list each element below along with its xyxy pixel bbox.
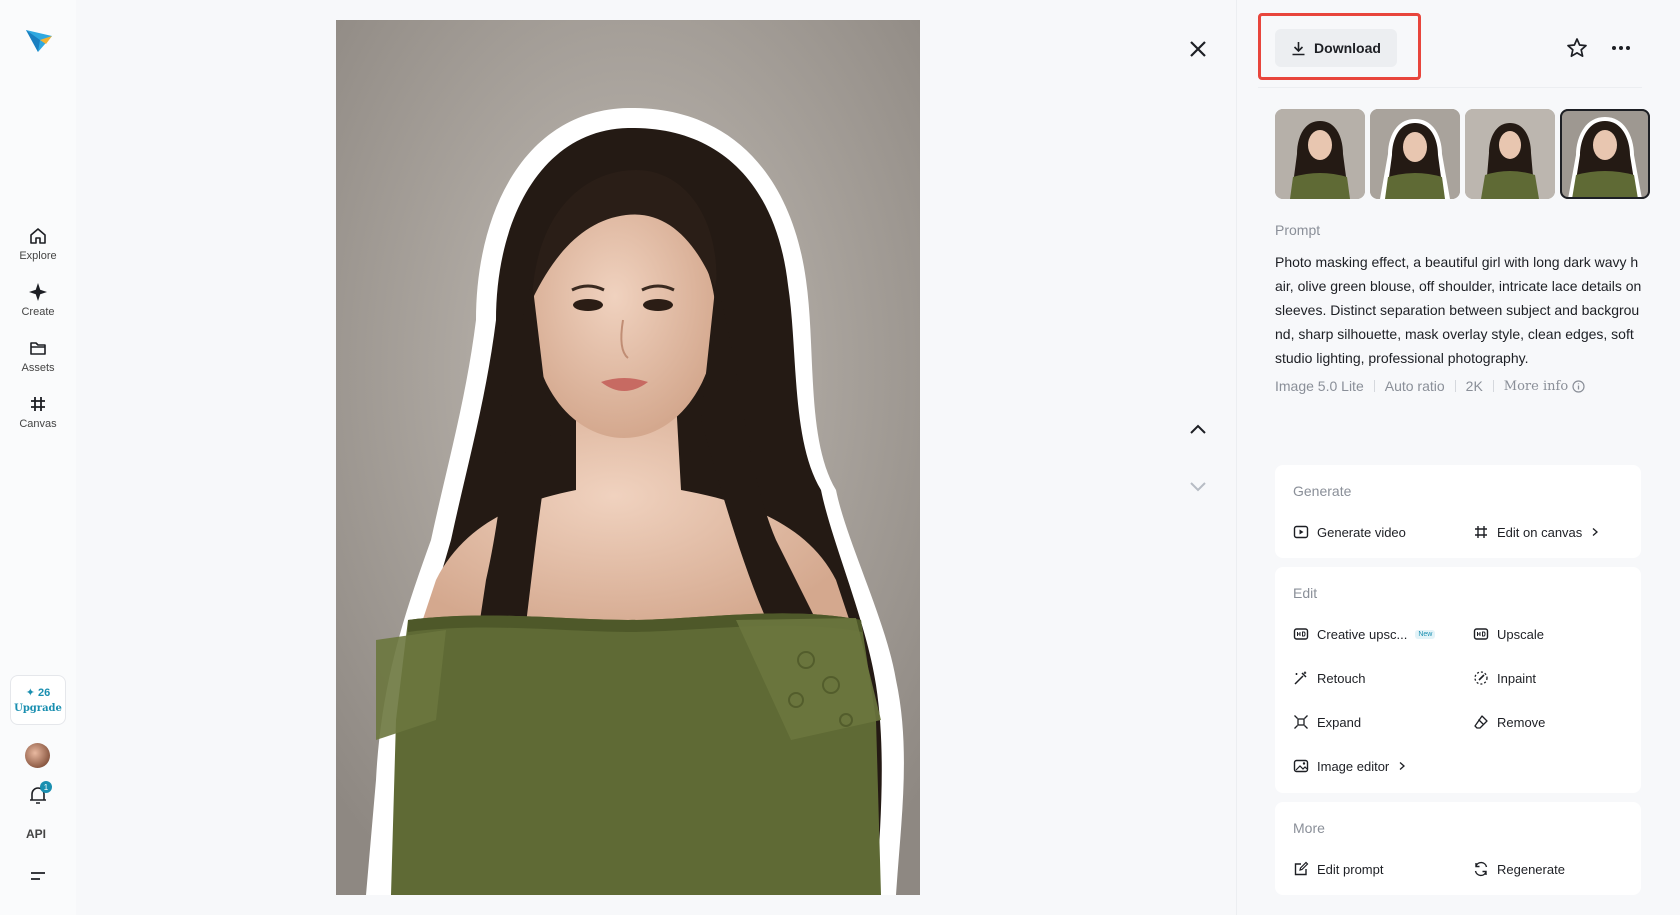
home-icon bbox=[30, 228, 46, 244]
thumbnail-4-selected[interactable] bbox=[1560, 109, 1650, 199]
left-rail: Explore Create Assets Canvas ✦ 26 Upgrad… bbox=[0, 0, 76, 915]
creative-upscale-label: Creative upsc... bbox=[1317, 626, 1408, 642]
chevron-right-icon bbox=[1592, 528, 1599, 536]
credits-count: ✦ 26 bbox=[25, 687, 51, 699]
generate-video-button[interactable]: Generate video bbox=[1293, 524, 1406, 540]
close-icon[interactable] bbox=[1185, 36, 1211, 62]
magic-wand-icon bbox=[1294, 671, 1307, 685]
meta-separator bbox=[1373, 380, 1375, 392]
edit-on-canvas-label: Edit on canvas bbox=[1497, 524, 1583, 540]
expand-icon bbox=[1294, 715, 1308, 729]
meta-separator bbox=[1492, 380, 1494, 392]
more-info-link[interactable]: More info bbox=[1504, 379, 1585, 394]
sparkle-icon bbox=[29, 283, 47, 301]
upgrade-label: Upgrade bbox=[14, 703, 62, 714]
generate-video-label: Generate video bbox=[1317, 524, 1406, 540]
download-icon bbox=[1292, 41, 1305, 55]
image-meta: Image 5.0 Lite Auto ratio 2K More info bbox=[1275, 378, 1585, 394]
header-divider bbox=[1258, 87, 1642, 88]
edit-on-canvas-button[interactable]: Edit on canvas bbox=[1473, 524, 1600, 540]
regenerate-icon bbox=[1474, 861, 1488, 877]
regenerate-label: Regenerate bbox=[1497, 861, 1565, 877]
generated-image[interactable] bbox=[336, 20, 920, 895]
edit-prompt-label: Edit prompt bbox=[1317, 861, 1384, 877]
remove-button[interactable]: Remove bbox=[1473, 714, 1545, 730]
remove-label: Remove bbox=[1497, 714, 1546, 730]
edit-prompt-button[interactable]: Edit prompt bbox=[1293, 861, 1383, 877]
meta-resolution: 2K bbox=[1465, 378, 1483, 394]
image-editor-icon bbox=[1293, 759, 1309, 773]
hd-upscale-icon bbox=[1293, 628, 1309, 640]
new-badge: New bbox=[1415, 629, 1436, 639]
app-logo[interactable] bbox=[24, 26, 54, 56]
panel-divider bbox=[1236, 0, 1237, 915]
app: Explore Create Assets Canvas ✦ 26 Upgrad… bbox=[0, 0, 1680, 915]
chevron-right-icon bbox=[1399, 762, 1406, 770]
eraser-icon bbox=[1474, 715, 1488, 729]
image-editor-label: Image editor bbox=[1317, 758, 1390, 774]
creative-upscale-button[interactable]: Creative upsc... New bbox=[1293, 626, 1436, 642]
meta-model: Image 5.0 Lite bbox=[1275, 378, 1364, 394]
nav-explore-label: Explore bbox=[19, 250, 57, 262]
prompt-label: Prompt bbox=[1275, 222, 1321, 238]
inpaint-button[interactable]: Inpaint bbox=[1473, 670, 1536, 686]
expand-button[interactable]: Expand bbox=[1293, 714, 1361, 730]
more-info-label: More info bbox=[1503, 378, 1569, 394]
more-icon[interactable] bbox=[1609, 36, 1633, 60]
generate-card: Generate Generate video Edit on canvas bbox=[1275, 465, 1641, 558]
notification-badge: 1 bbox=[40, 781, 52, 793]
menu-icon[interactable] bbox=[30, 869, 46, 883]
retouch-button[interactable]: Retouch bbox=[1293, 670, 1365, 686]
meta-ratio: Auto ratio bbox=[1384, 378, 1445, 394]
upscale-button[interactable]: Upscale bbox=[1473, 626, 1544, 642]
edit-title: Edit bbox=[1293, 585, 1318, 601]
info-icon bbox=[1572, 379, 1585, 393]
download-button[interactable]: Download bbox=[1275, 29, 1397, 67]
star-icon[interactable] bbox=[1565, 36, 1589, 60]
inpaint-label: Inpaint bbox=[1497, 670, 1537, 686]
video-icon bbox=[1293, 525, 1309, 539]
canvas-icon bbox=[1475, 526, 1487, 538]
download-label: Download bbox=[1314, 40, 1381, 56]
prompt-text: Photo masking effect, a beautiful girl w… bbox=[1275, 254, 1642, 366]
more-card: More Edit prompt Regenerate bbox=[1275, 802, 1641, 895]
thumbnail-2[interactable] bbox=[1370, 109, 1460, 199]
inpaint-brush-icon bbox=[1474, 671, 1488, 685]
nav-assets[interactable]: Assets bbox=[8, 338, 68, 374]
nav-create-label: Create bbox=[21, 306, 55, 318]
expand-label: Expand bbox=[1317, 714, 1362, 730]
more-title: More bbox=[1293, 820, 1325, 836]
nav-explore[interactable]: Explore bbox=[8, 226, 68, 262]
regenerate-button[interactable]: Regenerate bbox=[1473, 861, 1565, 877]
canvas-icon bbox=[31, 397, 45, 411]
edit-prompt-icon bbox=[1294, 861, 1309, 876]
upscale-label: Upscale bbox=[1497, 626, 1544, 642]
image-editor-button[interactable]: Image editor bbox=[1293, 758, 1407, 774]
api-link[interactable]: API bbox=[26, 827, 46, 841]
nav-canvas[interactable]: Canvas bbox=[8, 394, 68, 430]
meta-separator bbox=[1454, 380, 1456, 392]
edit-card: Edit Creative upsc... New Upscale Retouc… bbox=[1275, 567, 1641, 793]
thumbnail-3[interactable] bbox=[1465, 109, 1555, 199]
avatar[interactable] bbox=[25, 743, 50, 768]
portrait-image bbox=[336, 20, 920, 895]
retouch-label: Retouch bbox=[1317, 670, 1366, 686]
nav-create[interactable]: Create bbox=[8, 282, 68, 318]
upgrade-button[interactable]: ✦ 26 Upgrade bbox=[10, 675, 66, 725]
nav-assets-label: Assets bbox=[21, 362, 55, 374]
hd-icon bbox=[1473, 628, 1489, 640]
chevron-down-icon[interactable] bbox=[1186, 474, 1210, 498]
generate-title: Generate bbox=[1293, 483, 1352, 499]
nav-canvas-label: Canvas bbox=[19, 418, 57, 430]
chevron-up-icon[interactable] bbox=[1186, 418, 1210, 442]
thumbnail-1[interactable] bbox=[1275, 109, 1365, 199]
thumbnail-strip bbox=[1275, 109, 1650, 199]
folder-icon bbox=[30, 342, 46, 355]
